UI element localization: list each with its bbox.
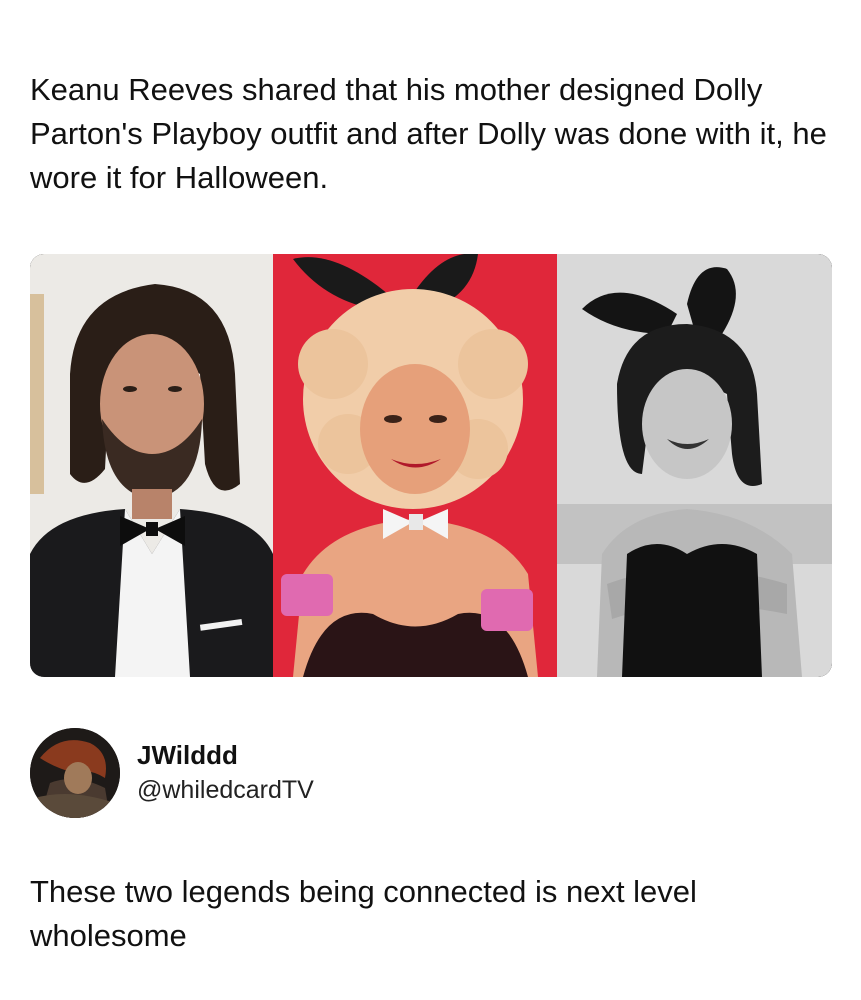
- photo-man-in-tuxedo: [30, 254, 273, 677]
- photo-man-bunny-costume: [557, 254, 832, 677]
- user-handle[interactable]: @whiledcardTV: [137, 776, 314, 805]
- photo-woman-bunny-costume: [273, 254, 557, 677]
- reply-header: JWilddd @whiledcardTV: [30, 728, 830, 818]
- post-text: Keanu Reeves shared that his mother desi…: [30, 72, 827, 195]
- display-name[interactable]: JWilddd: [137, 740, 238, 771]
- avatar[interactable]: [30, 728, 120, 818]
- reply-text: These two legends being connected is nex…: [30, 874, 697, 953]
- woman-in-bunny-costume-photo-icon: [273, 254, 557, 677]
- man-in-tuxedo-photo-icon: [30, 254, 273, 677]
- image-collage[interactable]: [30, 254, 832, 677]
- avatar-image-icon: [30, 728, 120, 818]
- man-in-bunny-costume-photo-icon: [557, 254, 832, 677]
